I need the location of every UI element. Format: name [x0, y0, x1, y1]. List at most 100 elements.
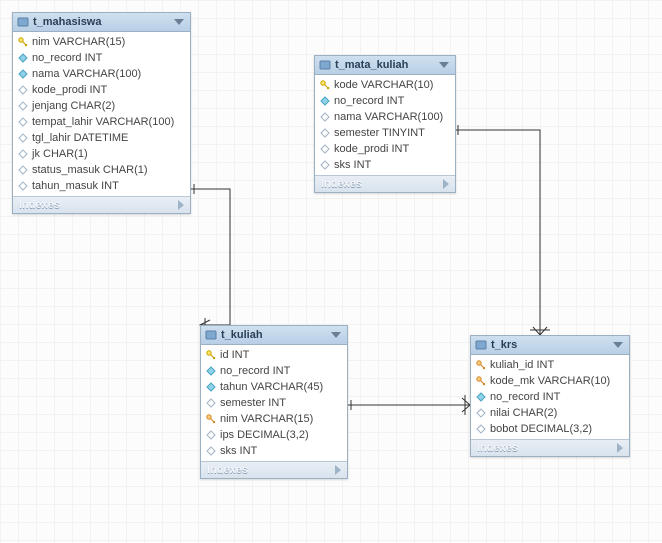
column-row[interactable]: nama VARCHAR(100): [13, 66, 190, 82]
diamond-icon: [476, 392, 486, 402]
expand-arrow-icon[interactable]: [178, 200, 184, 210]
diamond-icon: [18, 69, 28, 79]
table-header[interactable]: t_kuliah: [201, 326, 347, 345]
table-header[interactable]: t_mahasiswa: [13, 13, 190, 32]
column-row[interactable]: kode_mk VARCHAR(10): [471, 373, 629, 389]
table-t-kuliah[interactable]: t_kuliah id INT no_record INT tahun VARCHA…: [200, 325, 348, 479]
column-row[interactable]: no_record INT: [315, 93, 455, 109]
table-title: t_mahasiswa: [33, 16, 170, 28]
diamond-icon: [476, 408, 486, 418]
diamond-icon: [476, 424, 486, 434]
column-label: nim VARCHAR(15): [32, 36, 125, 48]
diamond-icon: [320, 160, 330, 170]
column-row[interactable]: sks INT: [201, 443, 347, 459]
table-t-mata-kuliah[interactable]: t_mata_kuliah kode VARCHAR(10) no_record …: [314, 55, 456, 193]
collapse-arrow-icon[interactable]: [174, 19, 184, 25]
indexes-label: Indexes: [321, 178, 362, 190]
table-icon: [475, 339, 487, 351]
indexes-label: Indexes: [477, 442, 518, 454]
indexes-section[interactable]: Indexes: [13, 196, 190, 213]
column-row[interactable]: kode_prodi INT: [13, 82, 190, 98]
column-row[interactable]: tgl_lahir DATETIME: [13, 130, 190, 146]
expand-arrow-icon[interactable]: [443, 179, 449, 189]
column-row[interactable]: semester TINYINT: [315, 125, 455, 141]
column-row[interactable]: tempat_lahir VARCHAR(100): [13, 114, 190, 130]
diamond-icon: [18, 53, 28, 63]
column-label: tahun_masuk INT: [32, 180, 119, 192]
diamond-icon: [320, 144, 330, 154]
diamond-icon: [18, 117, 28, 127]
column-row[interactable]: kode_prodi INT: [315, 141, 455, 157]
column-label: ips DECIMAL(3,2): [220, 429, 309, 441]
column-label: kode_mk VARCHAR(10): [490, 375, 610, 387]
column-row[interactable]: kode VARCHAR(10): [315, 77, 455, 93]
column-label: kuliah_id INT: [490, 359, 554, 371]
diamond-icon: [18, 181, 28, 191]
key-icon: [206, 350, 216, 360]
indexes-section[interactable]: Indexes: [471, 439, 629, 456]
key-icon: [206, 414, 216, 424]
table-header[interactable]: t_mata_kuliah: [315, 56, 455, 75]
diamond-icon: [18, 85, 28, 95]
column-row[interactable]: jk CHAR(1): [13, 146, 190, 162]
column-label: nilai CHAR(2): [490, 407, 557, 419]
key-icon: [320, 80, 330, 90]
column-label: bobot DECIMAL(3,2): [490, 423, 592, 435]
diamond-icon: [18, 101, 28, 111]
column-row[interactable]: tahun_masuk INT: [13, 178, 190, 194]
column-row[interactable]: semester INT: [201, 395, 347, 411]
column-row[interactable]: status_masuk CHAR(1): [13, 162, 190, 178]
column-row[interactable]: tahun VARCHAR(45): [201, 379, 347, 395]
column-row[interactable]: no_record INT: [471, 389, 629, 405]
indexes-section[interactable]: Indexes: [315, 175, 455, 192]
column-row[interactable]: nim VARCHAR(15): [13, 34, 190, 50]
collapse-arrow-icon[interactable]: [331, 332, 341, 338]
column-label: tahun VARCHAR(45): [220, 381, 323, 393]
column-row[interactable]: sks INT: [315, 157, 455, 173]
table-t-mahasiswa[interactable]: t_mahasiswa nim VARCHAR(15) no_record INT…: [12, 12, 191, 214]
column-label: id INT: [220, 349, 249, 361]
diamond-icon: [206, 382, 216, 392]
column-row[interactable]: id INT: [201, 347, 347, 363]
column-label: tempat_lahir VARCHAR(100): [32, 116, 174, 128]
key-icon: [18, 37, 28, 47]
table-t-krs[interactable]: t_krs kuliah_id INT kode_mk VARCHAR(10) no…: [470, 335, 630, 457]
indexes-section[interactable]: Indexes: [201, 461, 347, 478]
diamond-icon: [206, 446, 216, 456]
diamond-icon: [18, 149, 28, 159]
column-list: id INT no_record INT tahun VARCHAR(45) seme…: [201, 345, 347, 461]
column-label: kode_prodi INT: [334, 143, 409, 155]
column-row[interactable]: no_record INT: [201, 363, 347, 379]
column-row[interactable]: bobot DECIMAL(3,2): [471, 421, 629, 437]
column-row[interactable]: kuliah_id INT: [471, 357, 629, 373]
diamond-icon: [206, 430, 216, 440]
table-icon: [17, 16, 29, 28]
column-row[interactable]: ips DECIMAL(3,2): [201, 427, 347, 443]
column-label: no_record INT: [220, 365, 290, 377]
table-icon: [319, 59, 331, 71]
diamond-icon: [18, 133, 28, 143]
diamond-icon: [320, 96, 330, 106]
diamond-icon: [206, 398, 216, 408]
collapse-arrow-icon[interactable]: [439, 62, 449, 68]
column-label: kode_prodi INT: [32, 84, 107, 96]
column-row[interactable]: nim VARCHAR(15): [201, 411, 347, 427]
column-label: jenjang CHAR(2): [32, 100, 115, 112]
column-label: sks INT: [334, 159, 371, 171]
column-row[interactable]: nilai CHAR(2): [471, 405, 629, 421]
expand-arrow-icon[interactable]: [335, 465, 341, 475]
expand-arrow-icon[interactable]: [617, 443, 623, 453]
column-label: sks INT: [220, 445, 257, 457]
table-header[interactable]: t_krs: [471, 336, 629, 355]
column-label: jk CHAR(1): [32, 148, 88, 160]
column-row[interactable]: jenjang CHAR(2): [13, 98, 190, 114]
collapse-arrow-icon[interactable]: [613, 342, 623, 348]
column-label: nama VARCHAR(100): [32, 68, 141, 80]
column-list: nim VARCHAR(15) no_record INT nama VARCHAR…: [13, 32, 190, 196]
column-label: no_record INT: [334, 95, 404, 107]
column-label: tgl_lahir DATETIME: [32, 132, 128, 144]
table-icon: [205, 329, 217, 341]
column-row[interactable]: nama VARCHAR(100): [315, 109, 455, 125]
column-row[interactable]: no_record INT: [13, 50, 190, 66]
table-title: t_krs: [491, 339, 609, 351]
